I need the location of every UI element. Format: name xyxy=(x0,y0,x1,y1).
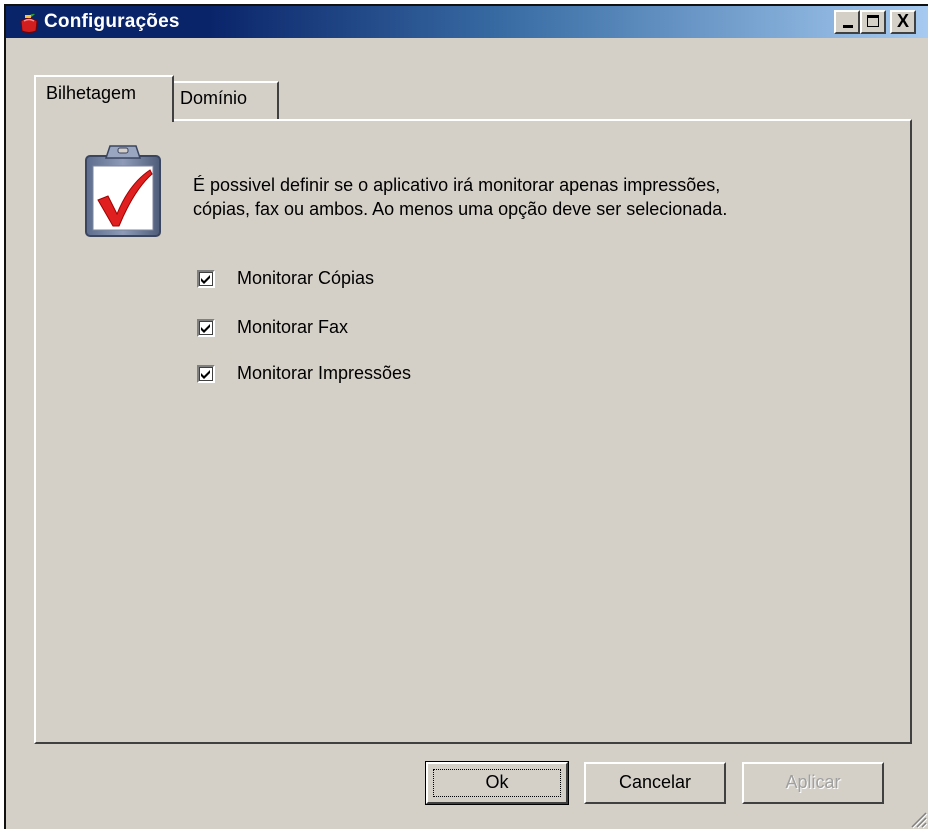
cancel-label: Cancelar xyxy=(618,772,692,792)
cancel-button[interactable]: Cancelar xyxy=(584,762,726,804)
checkbox-label: Monitorar Impressões xyxy=(237,363,412,383)
checkmark-icon xyxy=(201,370,210,379)
apply-label: Aplicar xyxy=(785,772,841,792)
checkbox-label: Monitorar Cópias xyxy=(237,268,375,288)
resize-grip-icon[interactable] xyxy=(906,807,928,829)
tab-join xyxy=(36,119,172,122)
checkbox[interactable] xyxy=(197,270,215,288)
description-text: É possivel definir se o aplicativo irá m… xyxy=(193,173,873,221)
checkmark-icon xyxy=(201,324,210,333)
close-icon: X xyxy=(896,11,909,31)
window-title: Configurações xyxy=(44,11,180,32)
checkbox[interactable] xyxy=(197,319,215,337)
tab-bilhetagem[interactable]: Bilhetagem xyxy=(34,75,174,122)
tab-label: Domínio xyxy=(180,88,248,108)
minimize-icon xyxy=(843,25,853,28)
tab-label: Bilhetagem xyxy=(46,83,137,103)
clipboard-check-icon xyxy=(85,145,161,237)
settings-window: Configurações X Bilhetagem Domínio É pos… xyxy=(4,4,928,829)
close-button[interactable]: X xyxy=(890,10,916,34)
title-bar[interactable]: Configurações X xyxy=(6,6,928,38)
checkbox[interactable] xyxy=(197,365,215,383)
minimize-button[interactable] xyxy=(834,10,860,34)
checkbox-label: Monitorar Fax xyxy=(237,317,349,337)
apply-button: Aplicar xyxy=(742,762,884,804)
ok-button[interactable]: Ok xyxy=(425,761,569,805)
tab-dominio[interactable]: Domínio xyxy=(172,81,279,119)
description-line: cópias, fax ou ambos. Ao menos uma opção… xyxy=(193,199,728,219)
app-icon xyxy=(20,13,38,33)
description-line: É possivel definir se o aplicativo irá m… xyxy=(193,175,721,195)
maximize-icon xyxy=(867,15,879,27)
checkmark-icon xyxy=(201,275,210,284)
maximize-button[interactable] xyxy=(860,10,886,34)
focus-rect xyxy=(433,769,561,797)
